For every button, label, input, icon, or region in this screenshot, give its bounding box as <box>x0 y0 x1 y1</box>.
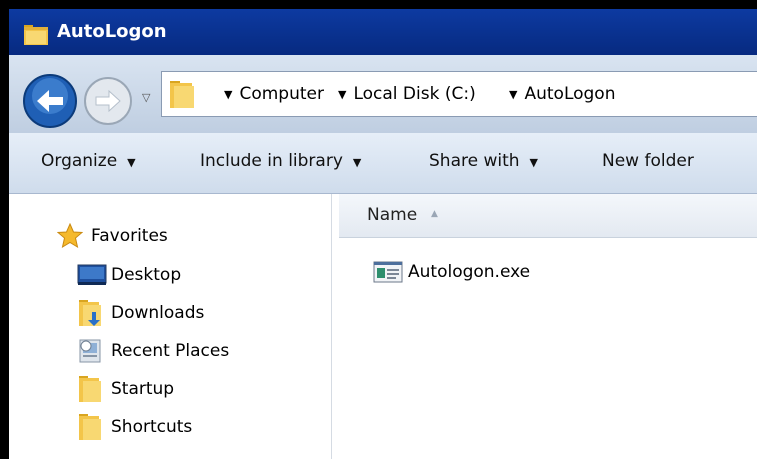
dropdown-arrow-icon: ▼ <box>529 156 538 169</box>
file-item[interactable]: Autologon.exe <box>373 260 530 284</box>
folder-icon <box>77 374 111 404</box>
sidebar-item-favorites[interactable]: Favorites <box>57 222 168 250</box>
breadcrumb-autologon[interactable]: ▼ AutoLogon <box>509 84 615 104</box>
star-icon <box>57 223 91 249</box>
folder-icon <box>77 412 111 442</box>
breadcrumb-local-disk[interactable]: ▼ Local Disk (C:) <box>338 84 476 104</box>
column-header-name[interactable]: Name ▲ <box>339 194 757 238</box>
sidebar-item-downloads[interactable]: Downloads <box>77 299 204 327</box>
organize-button[interactable]: Organize ▼ <box>41 151 136 171</box>
title-bar[interactable]: AutoLogon <box>9 9 757 55</box>
window-title: AutoLogon <box>57 21 167 42</box>
include-in-library-button[interactable]: Include in library ▼ <box>200 151 361 171</box>
breadcrumb-arrow-icon[interactable]: ▼ <box>509 88 517 101</box>
back-button[interactable] <box>21 72 79 135</box>
recent-pages-chevron-icon[interactable]: ▽ <box>142 91 150 104</box>
command-bar: Organize ▼ Include in library ▼ Share with… <box>9 133 757 194</box>
sidebar-item-startup[interactable]: Startup <box>77 375 174 403</box>
dropdown-arrow-icon: ▼ <box>127 156 136 169</box>
window-frame: AutoLogon ▽ ▼ Computer ▼ Local Disk (C:)… <box>0 0 757 459</box>
navigation-pane: Favorites Desktop Downloads Recent Place… <box>9 194 332 459</box>
dropdown-arrow-icon: ▼ <box>352 156 362 169</box>
downloads-folder-icon <box>77 298 111 328</box>
sidebar-item-desktop[interactable]: Desktop <box>77 261 181 289</box>
navigation-bar: ▽ ▼ Computer ▼ Local Disk (C:) ▼ AutoLog… <box>9 55 757 133</box>
breadcrumb-arrow-icon[interactable]: ▼ <box>224 88 232 101</box>
breadcrumb-computer[interactable]: ▼ Computer <box>224 84 324 104</box>
recent-places-icon <box>77 337 111 365</box>
forward-button[interactable] <box>82 75 134 132</box>
sidebar-item-shortcuts[interactable]: Shortcuts <box>77 413 192 441</box>
sort-ascending-icon: ▲ <box>431 209 438 219</box>
share-with-button[interactable]: Share with ▼ <box>429 151 538 171</box>
desktop-icon <box>77 264 111 286</box>
new-folder-button[interactable]: New folder <box>602 151 694 171</box>
file-name: Autologon.exe <box>408 262 531 282</box>
folder-icon <box>23 21 49 52</box>
exe-icon <box>373 260 403 284</box>
file-list-pane: Name ▲ Autologon.exe <box>339 194 757 459</box>
folder-icon <box>168 78 196 115</box>
address-bar[interactable]: ▼ Computer ▼ Local Disk (C:) ▼ AutoLogon <box>161 71 757 117</box>
sidebar-item-recent-places[interactable]: Recent Places <box>77 337 229 365</box>
breadcrumb-arrow-icon[interactable]: ▼ <box>338 88 346 101</box>
explorer-window: AutoLogon ▽ ▼ Computer ▼ Local Disk (C:)… <box>9 9 757 459</box>
